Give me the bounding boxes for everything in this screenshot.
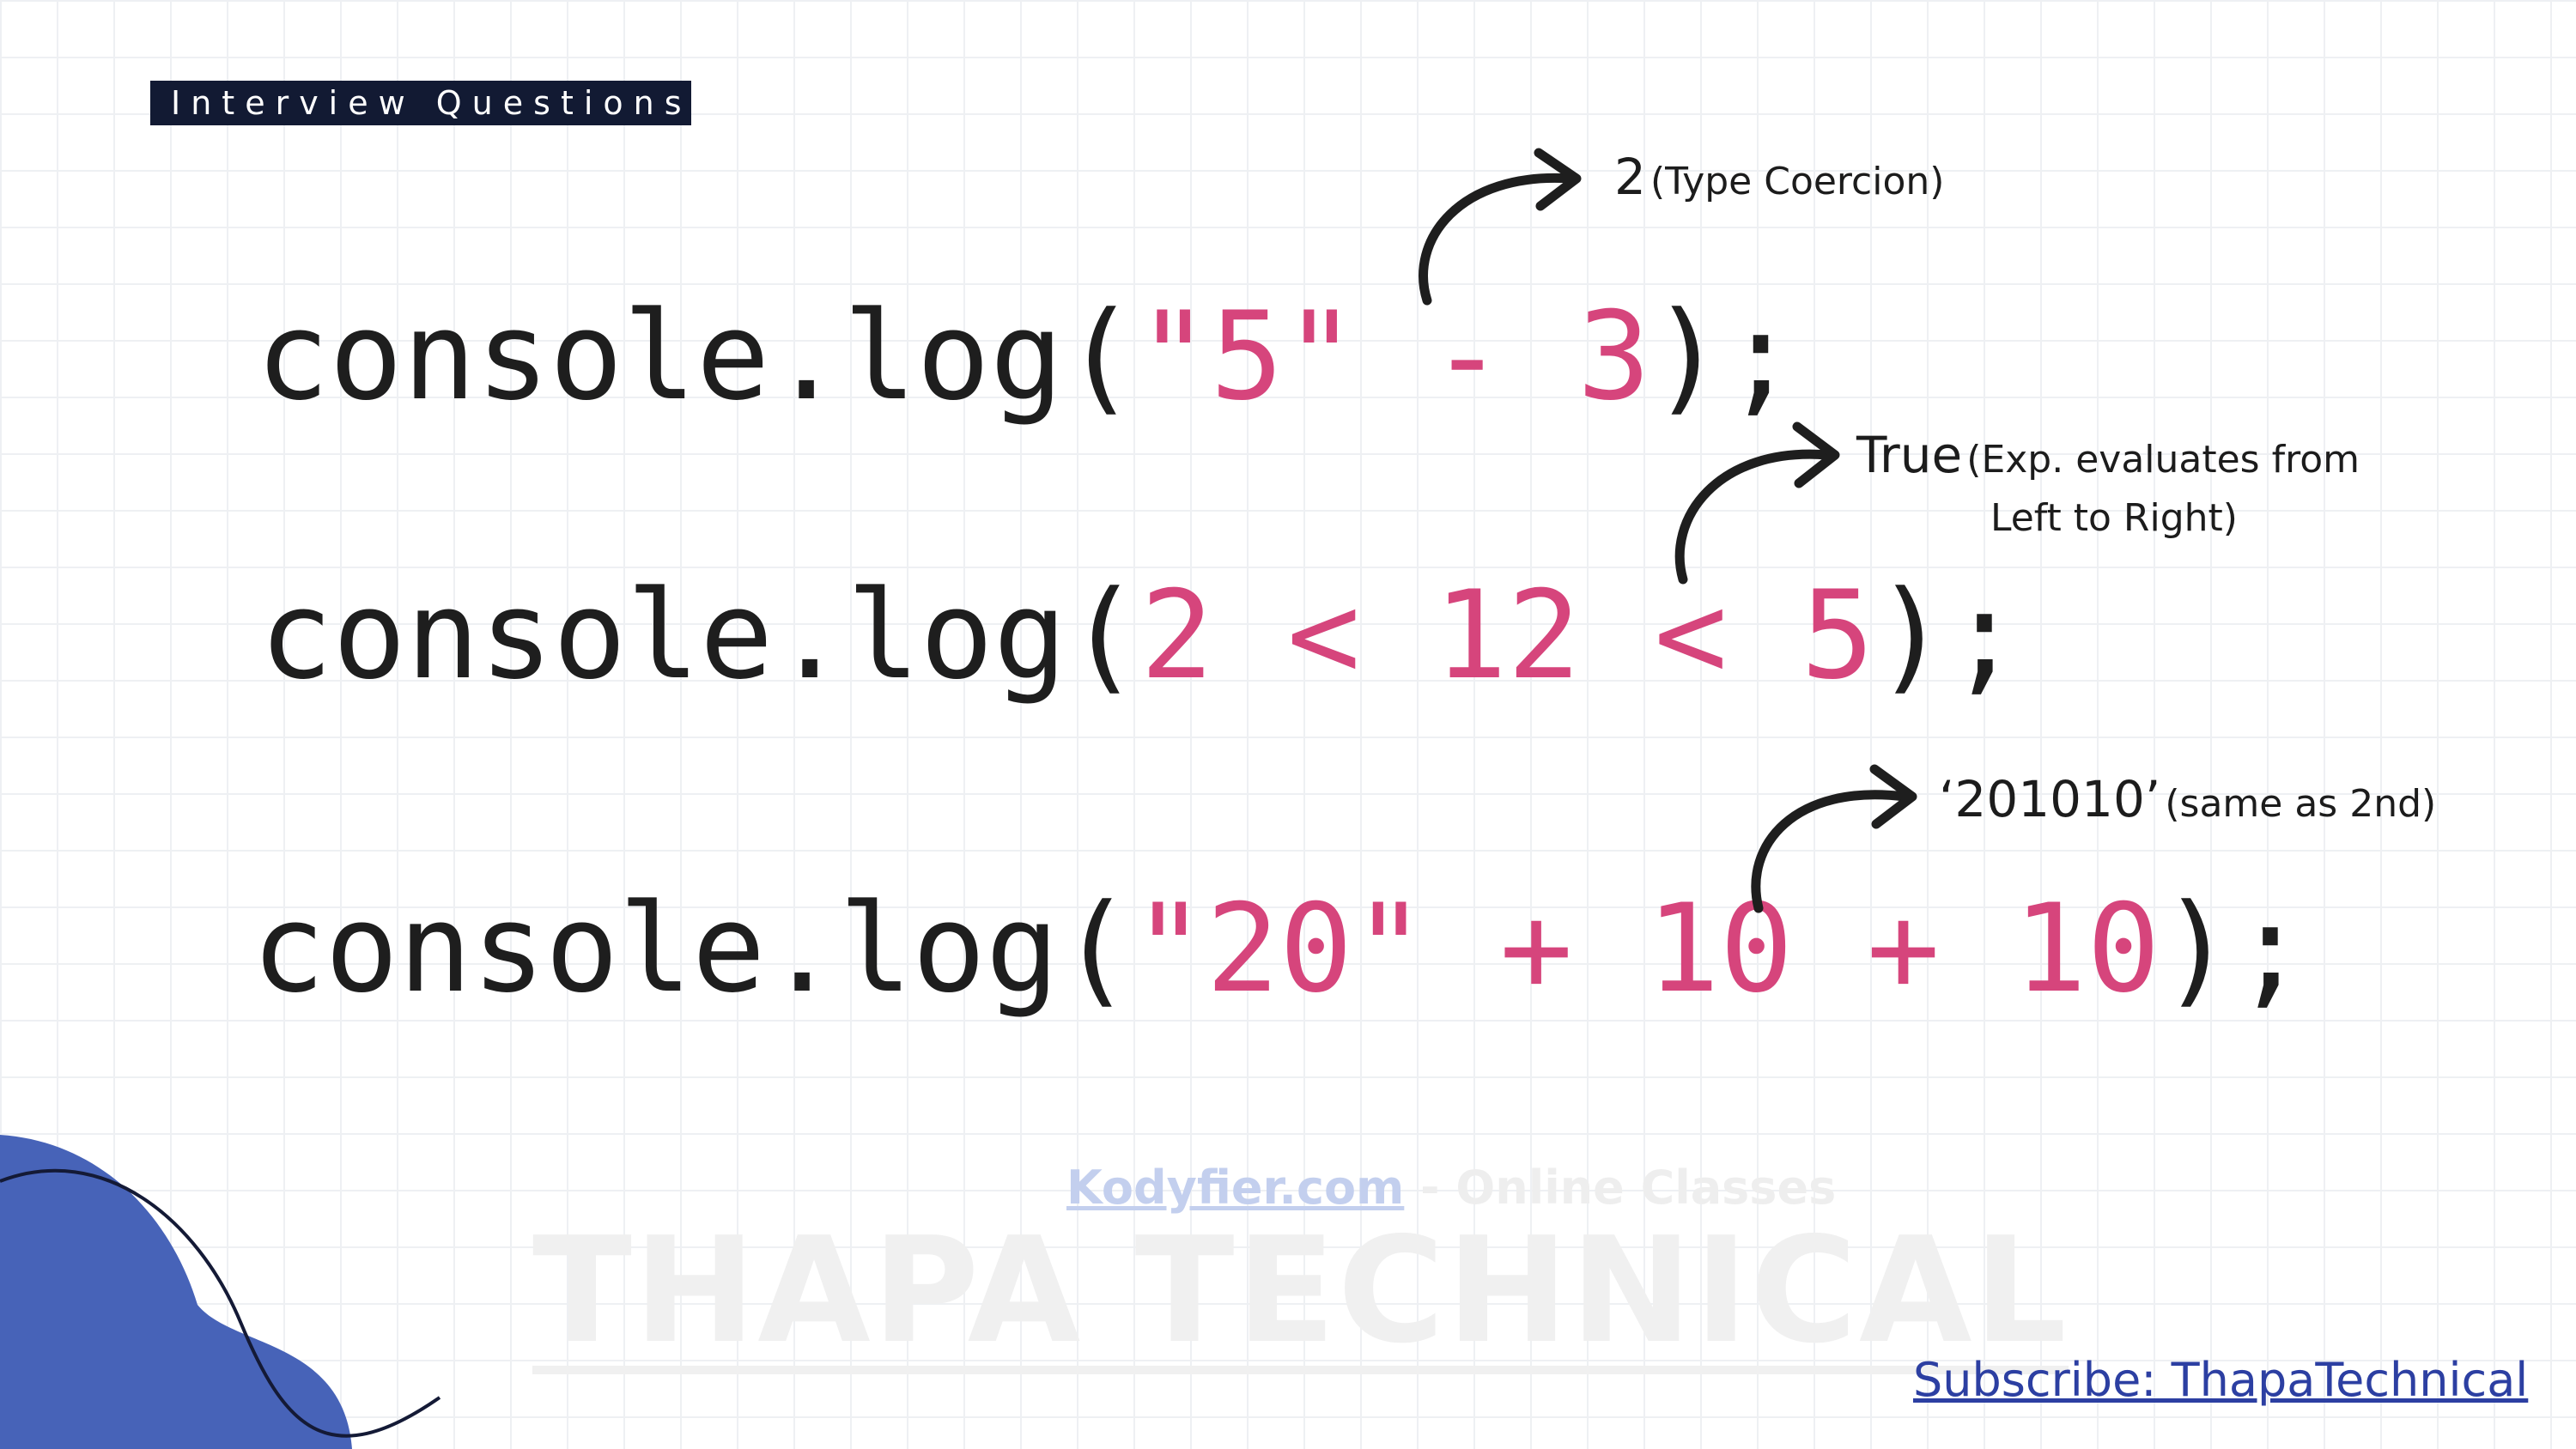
answer-value: True [1856,426,1963,484]
answer-2-note-line2: Left to Right) [1990,496,2238,540]
answer-2: True (Exp. evaluates from [1856,426,2360,484]
answer-value: 2 [1614,148,1646,206]
decorative-blob [0,1135,352,1449]
answer-note: (Exp. evaluates from [1966,438,2360,482]
answer-value: ‘201010’ [1939,770,2161,828]
subscribe-link[interactable]: Subscribe: ThapaTechnical [1913,1353,2528,1407]
answer-1: 2 (Type Coercion) [1614,148,1944,206]
curved-arrow-icon [1751,790,1910,913]
answer-note: (Type Coercion) [1650,160,1945,203]
answer-3: ‘201010’ (same as 2nd) [1939,770,2436,828]
answer-note: (same as 2nd) [2165,782,2437,826]
watermark-brand: THAPA TECHNICAL [532,1206,2069,1376]
